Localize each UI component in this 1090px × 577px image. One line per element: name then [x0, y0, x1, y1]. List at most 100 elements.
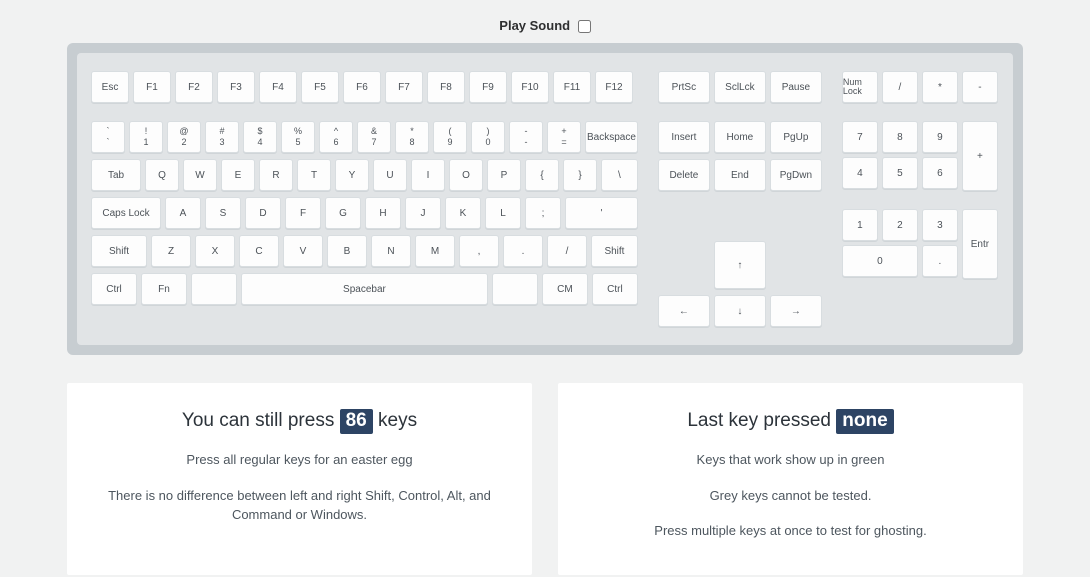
key-pgdwn[interactable]: PgDwn	[770, 159, 822, 191]
key-8[interactable]: *8	[395, 121, 429, 153]
key-alt-right[interactable]	[492, 273, 538, 305]
key-h[interactable]: H	[365, 197, 401, 229]
key-1[interactable]: !1	[129, 121, 163, 153]
key-np-8[interactable]: 8	[882, 121, 918, 153]
key-i[interactable]: I	[411, 159, 445, 191]
key-np-divide[interactable]: /	[882, 71, 918, 103]
key-delete[interactable]: Delete	[658, 159, 710, 191]
key-f10[interactable]: F10	[511, 71, 549, 103]
key-q[interactable]: Q	[145, 159, 179, 191]
key-5[interactable]: %5	[281, 121, 315, 153]
key-equals[interactable]: +=	[547, 121, 581, 153]
key-r[interactable]: R	[259, 159, 293, 191]
key-f[interactable]: F	[285, 197, 321, 229]
key-arrow-right[interactable]: →	[770, 295, 822, 327]
key-y[interactable]: Y	[335, 159, 369, 191]
key-np-7[interactable]: 7	[842, 121, 878, 153]
key-z[interactable]: Z	[151, 235, 191, 267]
key-slash[interactable]: /	[547, 235, 587, 267]
key-bracket-left[interactable]: {	[525, 159, 559, 191]
key-pgup[interactable]: PgUp	[770, 121, 822, 153]
key-g[interactable]: G	[325, 197, 361, 229]
key-t[interactable]: T	[297, 159, 331, 191]
key-f8[interactable]: F8	[427, 71, 465, 103]
key-shift-right[interactable]: Shift	[591, 235, 638, 267]
key-np-9[interactable]: 9	[922, 121, 958, 153]
key-np-2[interactable]: 2	[882, 209, 918, 241]
play-sound-checkbox[interactable]	[578, 20, 591, 33]
key-prtsc[interactable]: PrtSc	[658, 71, 710, 103]
key-arrow-left[interactable]: ←	[658, 295, 710, 327]
key-cm[interactable]: CM	[542, 273, 588, 305]
key-7[interactable]: &7	[357, 121, 391, 153]
key-d[interactable]: D	[245, 197, 281, 229]
key-backtick[interactable]: ``	[91, 121, 125, 153]
key-tab[interactable]: Tab	[91, 159, 141, 191]
key-b[interactable]: B	[327, 235, 367, 267]
key-0[interactable]: )0	[471, 121, 505, 153]
key-arrow-down[interactable]: ↓	[714, 295, 766, 327]
key-np-0[interactable]: 0	[842, 245, 918, 277]
key-f12[interactable]: F12	[595, 71, 633, 103]
key-capslock[interactable]: Caps Lock	[91, 197, 161, 229]
key-w[interactable]: W	[183, 159, 217, 191]
key-np-minus[interactable]: -	[962, 71, 998, 103]
key-fn[interactable]: Fn	[141, 273, 187, 305]
key-shift-left[interactable]: Shift	[91, 235, 147, 267]
key-comma[interactable]: ,	[459, 235, 499, 267]
key-p[interactable]: P	[487, 159, 521, 191]
key-numlock[interactable]: Num Lock	[842, 71, 878, 103]
key-9[interactable]: (9	[433, 121, 467, 153]
key-x[interactable]: X	[195, 235, 235, 267]
key-u[interactable]: U	[373, 159, 407, 191]
key-np-plus[interactable]: +	[962, 121, 998, 191]
key-o[interactable]: O	[449, 159, 483, 191]
key-alt-left[interactable]	[191, 273, 237, 305]
key-minus[interactable]: --	[509, 121, 543, 153]
key-a[interactable]: A	[165, 197, 201, 229]
key-np-dot[interactable]: .	[922, 245, 958, 277]
key-np-enter[interactable]: Entr	[962, 209, 998, 279]
key-arrow-up[interactable]: ↑	[714, 241, 766, 289]
key-f6[interactable]: F6	[343, 71, 381, 103]
key-j[interactable]: J	[405, 197, 441, 229]
key-insert[interactable]: Insert	[658, 121, 710, 153]
key-quote[interactable]: '	[565, 197, 638, 229]
key-f11[interactable]: F11	[553, 71, 591, 103]
key-scllck[interactable]: SclLck	[714, 71, 766, 103]
key-l[interactable]: L	[485, 197, 521, 229]
key-home[interactable]: Home	[714, 121, 766, 153]
key-backslash[interactable]: \	[601, 159, 638, 191]
key-m[interactable]: M	[415, 235, 455, 267]
key-3[interactable]: #3	[205, 121, 239, 153]
key-spacebar[interactable]: Spacebar	[241, 273, 488, 305]
key-2[interactable]: @2	[167, 121, 201, 153]
key-np-1[interactable]: 1	[842, 209, 878, 241]
key-semicolon[interactable]: ;	[525, 197, 561, 229]
key-np-4[interactable]: 4	[842, 157, 878, 189]
key-np-multiply[interactable]: *	[922, 71, 958, 103]
key-f1[interactable]: F1	[133, 71, 171, 103]
key-end[interactable]: End	[714, 159, 766, 191]
key-ctrl-right[interactable]: Ctrl	[592, 273, 638, 305]
key-bracket-right[interactable]: }	[563, 159, 597, 191]
key-ctrl-left[interactable]: Ctrl	[91, 273, 137, 305]
key-f4[interactable]: F4	[259, 71, 297, 103]
key-f5[interactable]: F5	[301, 71, 339, 103]
key-e[interactable]: E	[221, 159, 255, 191]
key-n[interactable]: N	[371, 235, 411, 267]
key-f7[interactable]: F7	[385, 71, 423, 103]
key-pause[interactable]: Pause	[770, 71, 822, 103]
key-k[interactable]: K	[445, 197, 481, 229]
key-np-5[interactable]: 5	[882, 157, 918, 189]
key-f9[interactable]: F9	[469, 71, 507, 103]
key-6[interactable]: ^6	[319, 121, 353, 153]
key-c[interactable]: C	[239, 235, 279, 267]
key-v[interactable]: V	[283, 235, 323, 267]
key-f2[interactable]: F2	[175, 71, 213, 103]
key-np-6[interactable]: 6	[922, 157, 958, 189]
key-period[interactable]: .	[503, 235, 543, 267]
key-4[interactable]: $4	[243, 121, 277, 153]
key-backspace[interactable]: Backspace	[585, 121, 638, 153]
key-s[interactable]: S	[205, 197, 241, 229]
